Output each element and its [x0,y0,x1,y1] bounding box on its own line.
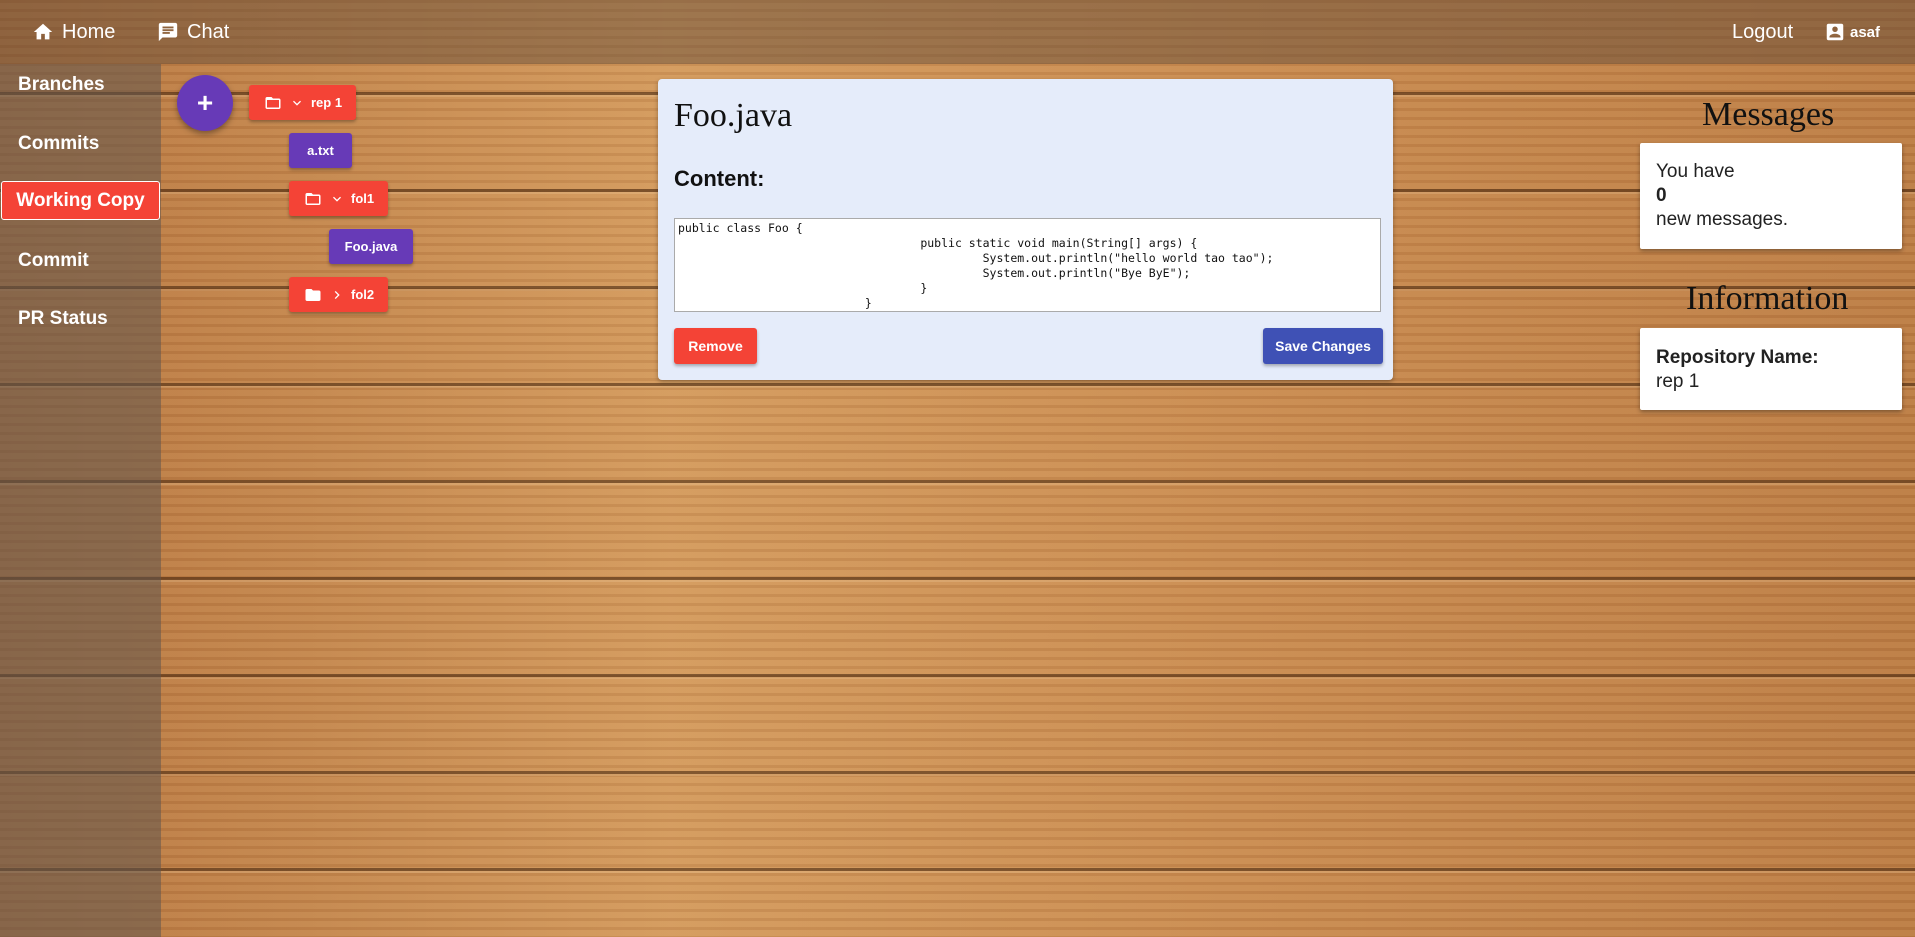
tree-file-a-txt[interactable]: a.txt [289,133,352,168]
tree-node-label: fol2 [351,287,375,302]
home-icon [33,23,53,40]
remove-button[interactable]: Remove [674,328,757,364]
file-title: Foo.java [674,97,793,134]
information-title: Information [1686,280,1849,317]
repository-name-label: Repository Name: [1656,347,1819,368]
logout-label: Logout [1732,20,1794,43]
home-link[interactable]: Home [32,18,115,46]
messages-line2: new messages. [1656,209,1789,230]
top-navbar: Home Chat Logout asaf [0,0,1915,64]
sidebar-item-pr-status[interactable]: PR Status [18,308,108,330]
repository-name-value: rep 1 [1656,371,1700,392]
tree-node-label: Foo.java [344,239,398,254]
sidebar-item-commits[interactable]: Commits [18,133,99,155]
account-icon [1826,23,1844,41]
user-menu[interactable]: asaf [1824,18,1880,46]
chevron-right-icon [334,290,340,299]
chevron-down-icon [293,100,301,106]
home-label: Home [62,20,116,43]
information-card: Repository Name: rep 1 [1640,328,1902,410]
tree-node-label: a.txt [307,143,334,158]
folder-outline-icon [265,96,281,109]
file-editor-card: Foo.java Content: public class Foo { pub… [658,79,1393,380]
chat-icon [158,22,178,42]
messages-line1: You have [1656,161,1735,182]
messages-card: You have 0 new messages. [1640,143,1902,249]
sidebar-item-working-copy[interactable]: Working Copy [1,181,160,220]
content-label: Content: [674,166,765,191]
sidebar: Branches Commits Working Copy Commit PR … [0,64,161,937]
chevron-down-icon [333,196,341,202]
save-changes-button[interactable]: Save Changes [1263,328,1383,364]
sidebar-item-branches[interactable]: Branches [18,74,105,96]
chat-label: Chat [187,20,230,43]
add-button[interactable]: + [177,75,233,131]
folder-filled-icon [305,288,321,301]
tree-node-label: rep 1 [311,95,343,110]
messages-title: Messages [1702,96,1835,133]
tree-folder-rep1[interactable]: rep 1 [249,85,357,120]
tree-file-foo-java[interactable]: Foo.java [329,229,413,264]
tree-folder-fol2[interactable]: fol2 [289,277,389,312]
file-content-textarea[interactable]: public class Foo { public static void ma… [674,218,1381,312]
sidebar-item-commit[interactable]: Commit [18,250,89,272]
chat-link[interactable]: Chat [157,18,229,46]
logout-link[interactable]: Logout [1732,18,1793,46]
messages-count: 0 [1656,185,1667,206]
tree-folder-fol1[interactable]: fol1 [289,181,389,216]
username: asaf [1850,23,1881,41]
folder-outline-icon [305,192,321,205]
tree-node-label: fol1 [351,191,375,206]
